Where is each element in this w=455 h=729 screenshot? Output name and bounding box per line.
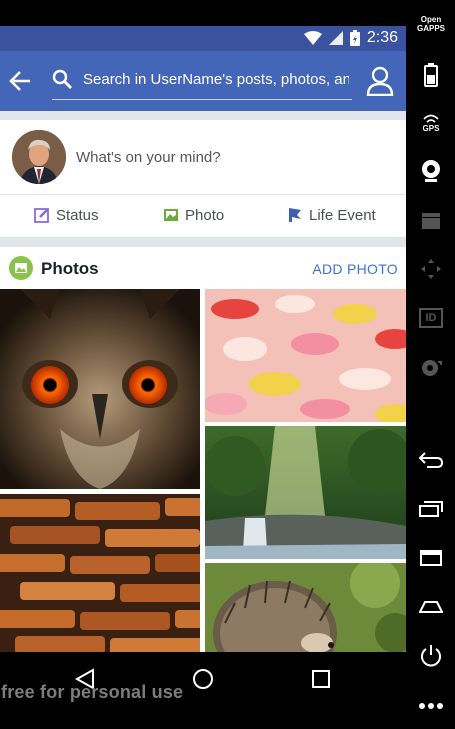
rotate-disc-icon	[422, 360, 442, 376]
composer-prompt[interactable]: What's on your mind?	[76, 149, 221, 166]
bricks-photo[interactable]	[0, 494, 200, 652]
clapperboard-icon	[422, 213, 440, 229]
id-label: ID	[425, 312, 437, 324]
clock: 2:36	[366, 29, 398, 46]
emulator-side-panel: Open GAPPS GPS ID	[406, 0, 455, 729]
search-placeholder: Search in UserName's posts, photos, and	[83, 71, 349, 88]
photo-grid	[0, 289, 406, 652]
menu-button[interactable]	[418, 545, 444, 571]
gps-label: GPS	[422, 123, 440, 133]
open-gapps-label-2: GAPPS	[416, 24, 445, 33]
more-dots-icon	[419, 703, 443, 709]
edit-icon	[34, 208, 49, 223]
nav-recents-icon[interactable]	[309, 667, 333, 691]
wifi-icon	[303, 31, 322, 45]
waterfall-photo[interactable]	[205, 426, 406, 559]
cell-signal-icon	[328, 31, 343, 45]
power-icon	[421, 645, 441, 667]
add-photo-button[interactable]: ADD PHOTO	[312, 261, 398, 277]
profile-icon[interactable]	[366, 66, 394, 96]
photo-button[interactable]: Photo	[163, 202, 224, 228]
divider	[0, 194, 406, 195]
photo-label: Photo	[185, 206, 225, 224]
hedgehog-photo[interactable]	[205, 563, 406, 652]
menu-icon	[420, 550, 442, 566]
screen-record-button[interactable]	[418, 208, 444, 234]
search-icon	[52, 69, 72, 89]
status-label: Status	[56, 206, 99, 224]
nav-home-icon[interactable]	[191, 667, 215, 691]
photos-title: Photos	[41, 259, 99, 278]
avatar[interactable]	[12, 130, 66, 184]
battery-icon	[349, 30, 360, 46]
battery-panel-button[interactable]	[418, 62, 444, 88]
watermark: free for personal use	[1, 682, 184, 702]
more-options-button[interactable]	[418, 693, 444, 719]
life-event-button[interactable]: Life Event	[287, 202, 376, 228]
back-button[interactable]	[418, 447, 444, 473]
device-id-button[interactable]: ID	[418, 305, 444, 331]
webcam-icon	[422, 160, 440, 182]
life-event-label: Life Event	[309, 206, 376, 224]
camera-button[interactable]	[418, 158, 444, 184]
wifi-signal-icon	[423, 114, 439, 123]
back-icon	[419, 452, 443, 468]
move-arrows-icon	[421, 259, 441, 279]
move-button[interactable]	[418, 256, 444, 282]
open-gapps-label: Open	[420, 15, 442, 24]
photos-header: Photos ADD PHOTO	[0, 247, 406, 289]
home-button[interactable]	[418, 594, 444, 620]
owl-photo[interactable]	[0, 289, 200, 489]
home-icon	[419, 601, 443, 613]
app-bar: Search in UserName's posts, photos, and	[0, 51, 406, 111]
separator	[0, 111, 406, 120]
photo-icon	[164, 209, 178, 221]
petals-photo[interactable]	[205, 289, 406, 422]
phone-screen: 2:36 Search in UserName's posts, photos,…	[0, 26, 406, 652]
status-button[interactable]: Status	[34, 202, 99, 228]
navigation-bar: free for personal use	[0, 652, 406, 729]
open-gapps-button[interactable]: Open GAPPS	[414, 15, 448, 33]
composer: What's on your mind? Status Photo Life E…	[0, 120, 406, 237]
status-bar: 2:36	[0, 26, 406, 51]
photos-icon	[9, 256, 33, 280]
recent-apps-button[interactable]	[418, 496, 444, 522]
back-arrow-icon[interactable]	[8, 68, 32, 94]
power-button[interactable]	[418, 643, 444, 669]
flag-icon	[289, 208, 301, 222]
gps-button[interactable]: GPS	[418, 110, 444, 136]
rotate-button[interactable]	[418, 355, 444, 381]
search-input[interactable]: Search in UserName's posts, photos, and	[52, 63, 352, 100]
battery-icon	[424, 63, 438, 87]
id-card-icon: ID	[419, 308, 443, 328]
separator	[0, 237, 406, 247]
recent-apps-icon	[419, 501, 443, 517]
